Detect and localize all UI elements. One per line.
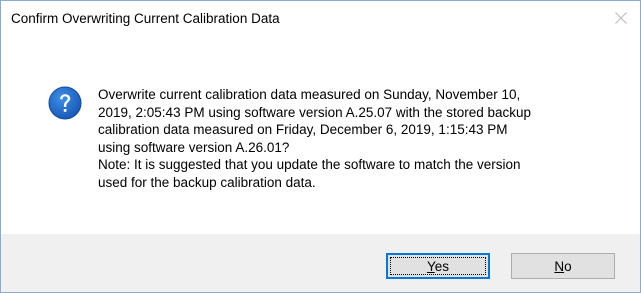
no-button[interactable]: No — [511, 253, 615, 279]
message-line: using software version A.26.01? — [98, 139, 290, 155]
focus-ring — [390, 257, 486, 275]
button-bar: Yes No — [1, 234, 640, 292]
dialog-message: Overwrite current calibration data measu… — [98, 86, 618, 191]
message-line: used for the backup calibration data. — [98, 174, 316, 190]
close-icon — [615, 12, 627, 24]
message-line: Note: It is suggested that you update th… — [98, 157, 521, 172]
question-icon — [48, 86, 82, 120]
close-button[interactable] — [602, 1, 640, 35]
title-bar: Confirm Overwriting Current Calibration … — [1, 1, 640, 35]
dialog-title: Confirm Overwriting Current Calibration … — [11, 11, 280, 26]
message-line: Overwrite current calibration data measu… — [98, 87, 521, 102]
message-line: calibration data measured on Friday, Dec… — [98, 122, 508, 137]
dialog-content: Overwrite current calibration data measu… — [1, 35, 640, 235]
message-line: 2019, 2:05:43 PM using software version … — [98, 104, 532, 120]
no-button-label: No — [554, 258, 572, 274]
yes-button[interactable]: Yes — [386, 253, 490, 279]
confirm-dialog: Confirm Overwriting Current Calibration … — [0, 0, 641, 293]
